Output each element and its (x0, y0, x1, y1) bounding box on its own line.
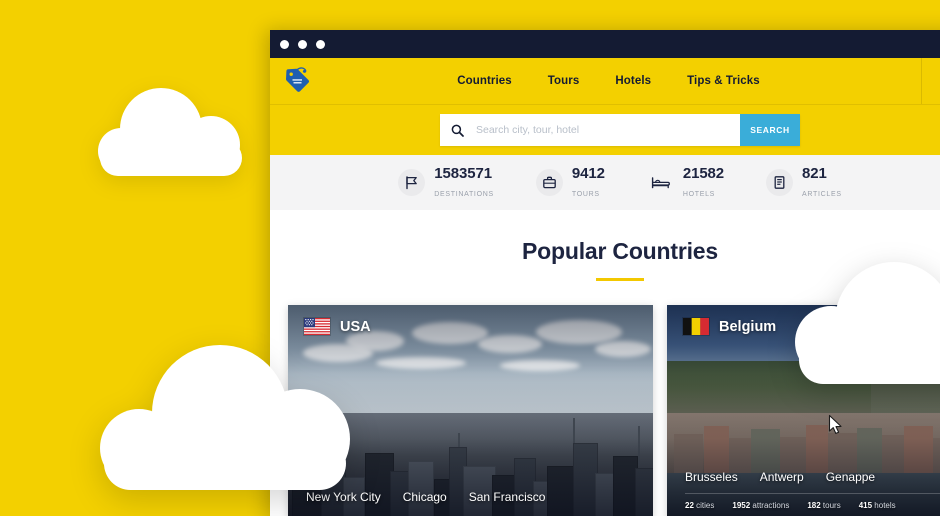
search-icon (440, 124, 474, 137)
card-stat-label: hotels (874, 501, 896, 510)
city-item: New York City (306, 490, 381, 504)
screenshot-stage: Countries Tours Hotels Tips & Tricks Sea… (0, 0, 940, 516)
stat-value: 9412 (571, 164, 605, 182)
page-title: Popular Countries (522, 238, 718, 264)
card-stat-cities: 22 cities (685, 501, 714, 510)
article-icon (766, 169, 794, 196)
card-stat-value: 415 (858, 501, 873, 510)
stats-bar: 1583571 DESTINATIONS 9412 TOURS 21582 HO… (270, 155, 940, 210)
bed-icon (647, 169, 674, 196)
country-card-usa[interactable]: USA New York City Chicago San Francisco (288, 305, 653, 516)
country-cards: USA New York City Chicago San Francisco (270, 281, 940, 516)
city-item: Brusseles (685, 470, 738, 484)
card-overlay (667, 305, 940, 516)
nav-item-tours[interactable]: Tours (548, 75, 580, 87)
nav-links: Countries Tours Hotels Tips & Tricks (326, 75, 921, 87)
stat-text: 21582 HOTELS (683, 165, 724, 201)
stat-value: 821 (802, 164, 827, 182)
site-logo[interactable] (270, 66, 326, 96)
window-titlebar (270, 30, 940, 58)
stat-value: 1583571 (434, 164, 492, 182)
card-overlay (288, 305, 653, 516)
card-country-name: Belgium (719, 318, 777, 335)
minimize-icon[interactable] (298, 39, 307, 49)
stat-destinations: 1583571 DESTINATIONS (398, 165, 494, 201)
section-header: Popular Countries (270, 210, 940, 281)
maximize-icon[interactable] (316, 39, 325, 49)
stat-label: ARTICLES (802, 190, 842, 198)
flag-usa-icon (304, 318, 330, 335)
country-card-belgium[interactable]: Belgium Brusseles Antwerp Genappe 22 cit… (667, 305, 940, 516)
browser-window: Countries Tours Hotels Tips & Tricks Sea… (270, 30, 940, 516)
search-button[interactable]: SEARCH (740, 114, 800, 146)
stat-label: DESTINATIONS (434, 190, 494, 198)
card-country-name: USA (340, 318, 371, 335)
price-tag-logo-icon (285, 67, 309, 92)
card-cities-usa: New York City Chicago San Francisco (306, 490, 545, 504)
card-stat-hotels: 415 hotels (859, 501, 896, 510)
city-item: Antwerp (759, 470, 804, 484)
card-stats-belgium: 22 cities 1952 attractions 182 tours 415… (685, 493, 940, 510)
card-stat-label: cities (696, 501, 715, 510)
stat-label: HOTELS (682, 190, 716, 198)
city-item: San Francisco (468, 490, 546, 504)
card-stat-value: 182 (807, 501, 821, 510)
card-stat-label: tours (822, 501, 841, 510)
close-icon[interactable] (280, 39, 289, 49)
nav-item-tips-and-tricks[interactable]: Tips & Tricks (687, 75, 760, 87)
search-input[interactable] (474, 114, 740, 146)
card-stat-value: 1952 (732, 501, 751, 510)
card-heading-usa: USA (304, 318, 371, 335)
search-area: SEARCH (270, 105, 940, 155)
stat-text: 9412 TOURS (572, 165, 605, 201)
card-cities-belgium: Brusseles Antwerp Genappe (685, 470, 875, 484)
city-item: Genappe (825, 470, 876, 484)
stat-label: TOURS (571, 190, 600, 198)
stat-articles: 821 ARTICLES (766, 165, 842, 201)
stat-text: 1583571 DESTINATIONS (434, 165, 494, 201)
card-stat-value: 22 (685, 501, 694, 510)
card-stat-tours: 182 tours (807, 501, 840, 510)
stat-hotels: 21582 HOTELS (647, 165, 724, 201)
flag-icon (398, 169, 426, 196)
search-box: SEARCH (440, 114, 800, 146)
flag-belgium-icon (683, 318, 709, 335)
stat-text: 821 ARTICLES (802, 165, 842, 201)
navbar: Countries Tours Hotels Tips & Tricks (270, 58, 940, 105)
account-button[interactable] (921, 58, 940, 104)
stat-tours: 9412 TOURS (535, 165, 605, 201)
card-stat-attractions: 1952 attractions (732, 501, 789, 510)
briefcase-icon (535, 169, 563, 196)
hero-header: Countries Tours Hotels Tips & Tricks Sea… (270, 58, 940, 155)
city-item: Chicago (402, 490, 447, 504)
nav-item-countries[interactable]: Countries (457, 75, 512, 87)
card-heading-belgium: Belgium (683, 318, 776, 335)
card-stat-label: attractions (752, 501, 790, 510)
nav-item-hotels[interactable]: Hotels (615, 75, 651, 87)
stat-value: 21582 (682, 164, 725, 182)
